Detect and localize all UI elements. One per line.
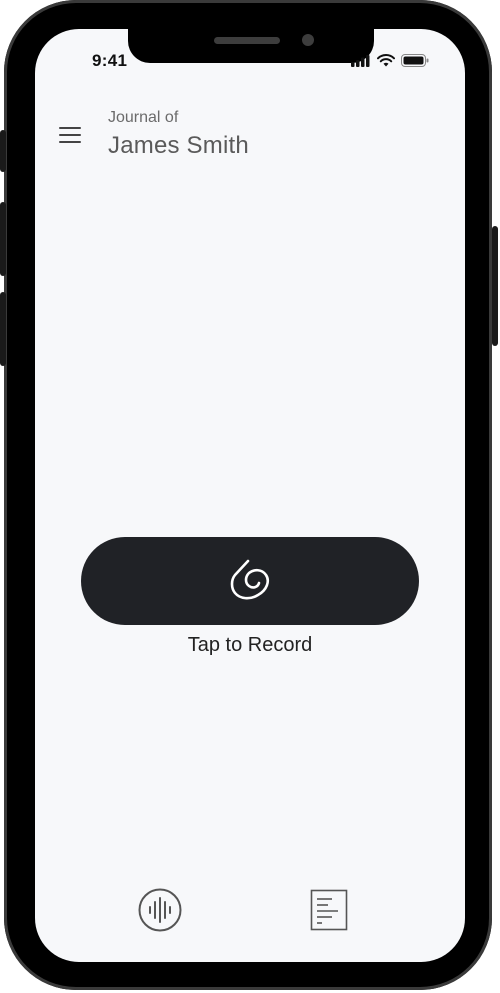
status-icons [351, 54, 429, 67]
wifi-icon [377, 54, 395, 67]
voice-waveform-icon[interactable] [137, 887, 183, 933]
hamburger-menu-icon[interactable] [59, 125, 83, 145]
signal-icon [351, 54, 370, 67]
document-list-icon[interactable] [310, 889, 348, 931]
journal-subtitle: Journal of [108, 109, 179, 126]
record-label: Tap to Record [187, 634, 313, 656]
volume-up-button [0, 202, 6, 276]
record-button[interactable] [81, 537, 419, 625]
notch [128, 29, 374, 63]
journal-owner-title: James Smith [108, 132, 249, 159]
app-screen: 9:41 Journal of James Smith Tap to Recor… [35, 29, 465, 962]
spiral-logo-icon [230, 559, 270, 600]
front-camera [302, 34, 314, 46]
volume-down-button [0, 292, 6, 366]
status-time: 9:41 [92, 51, 128, 70]
power-button [492, 226, 498, 346]
speaker-grille [214, 37, 280, 44]
silent-switch [0, 130, 6, 172]
battery-icon [401, 54, 429, 67]
